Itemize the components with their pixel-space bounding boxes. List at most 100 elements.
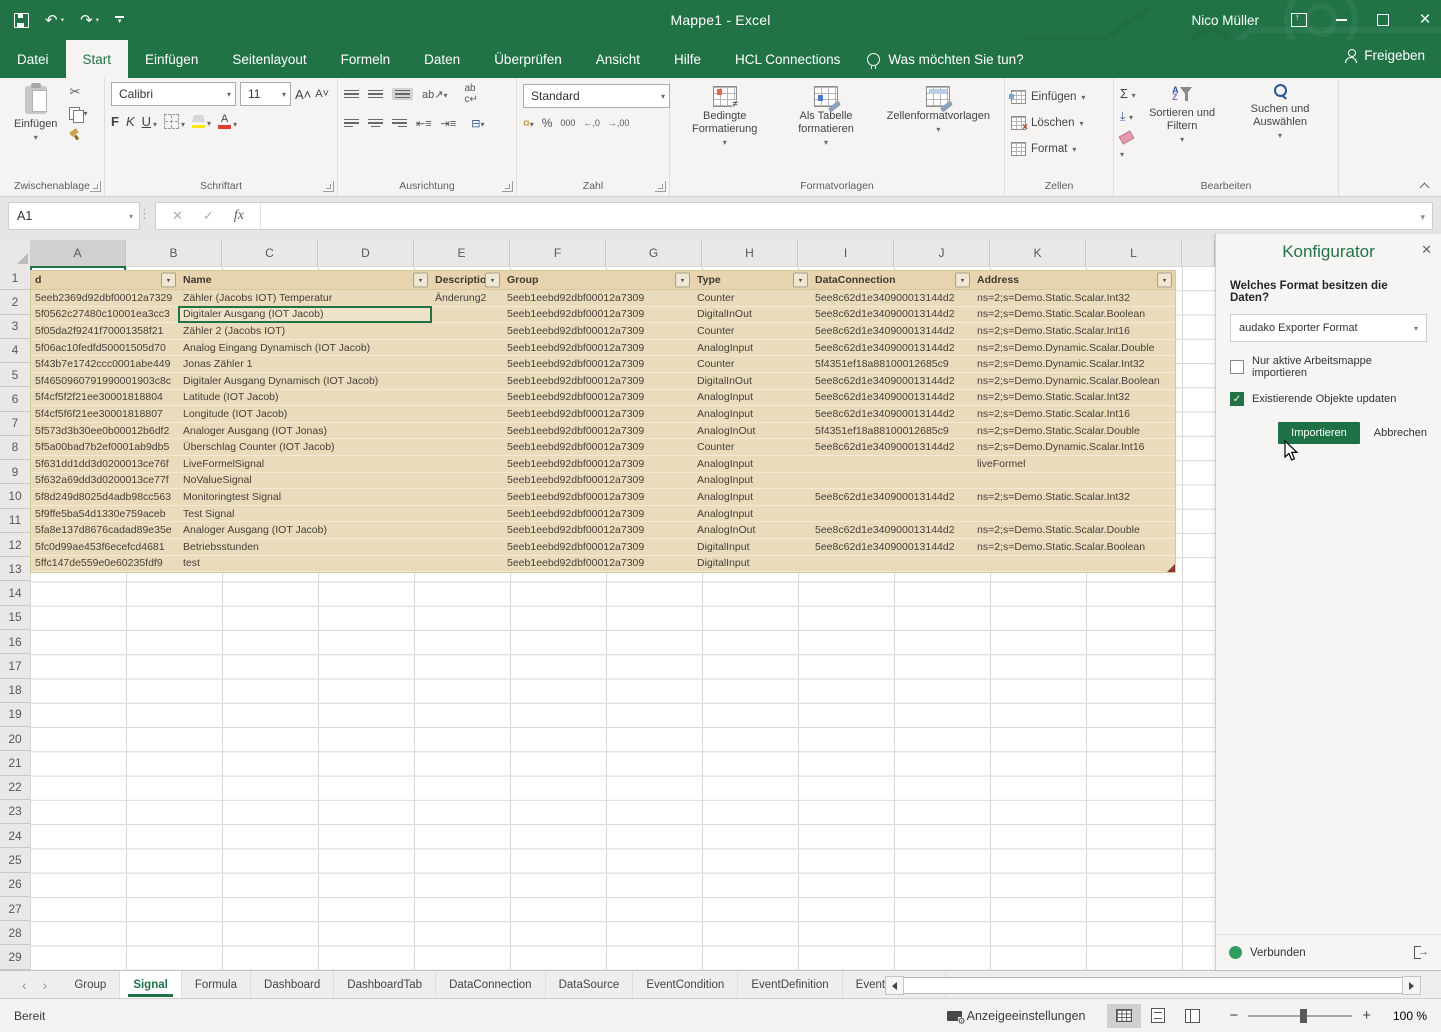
table-cell[interactable]: Überschlag Counter (IOT Jacob) [179, 439, 431, 455]
row-header-17[interactable]: 17 [0, 654, 30, 678]
table-cell[interactable]: ns=2;s=Demo.Static.Scalar.Double [973, 522, 1175, 538]
table-header-cell[interactable]: DataConnection▾ [811, 271, 973, 289]
sort-filter-button[interactable]: AZ Sortieren und Filtern▾ [1136, 82, 1228, 146]
table-cell[interactable]: AnalogInput [693, 506, 811, 522]
table-cell[interactable] [431, 489, 503, 505]
table-cell[interactable] [431, 506, 503, 522]
table-cell[interactable] [431, 323, 503, 339]
dialog-launcher-icon[interactable] [655, 181, 666, 192]
table-cell[interactable]: ns=2;s=Demo.Static.Scalar.Int16 [973, 406, 1175, 422]
table-cell[interactable]: ns=2;s=Demo.Static.Scalar.Int32 [973, 489, 1175, 505]
comma-style-icon[interactable]: 000 [560, 118, 575, 128]
table-row[interactable]: 5f4cf5f6f21ee30001818807Longitude (IOT J… [31, 406, 1175, 423]
align-center-icon[interactable] [368, 119, 383, 128]
table-cell[interactable]: 5ee8c62d1e340900013144d2 [811, 340, 973, 356]
table-header-cell[interactable]: Name▾ [179, 271, 431, 289]
table-row[interactable]: 5f632a69dd3d0200013ce77fNoValueSignal5ee… [31, 473, 1175, 490]
filter-dropdown-icon[interactable]: ▾ [955, 273, 970, 288]
table-row[interactable]: 5fa8e137d8676cadad89e35eAnaloger Ausgang… [31, 522, 1175, 539]
table-cell[interactable]: Analog Eingang Dynamisch (IOT Jacob) [179, 340, 431, 356]
table-cell[interactable]: 5f06ac10fedfd50001505d70 [31, 340, 179, 356]
table-cell[interactable] [431, 456, 503, 472]
display-settings-button[interactable]: Anzeigeeinstellungen [933, 1009, 1100, 1023]
ribbon-tab-start[interactable]: Start [66, 40, 129, 78]
table-cell[interactable]: ns=2;s=Demo.Dynamic.Scalar.Int16 [973, 439, 1175, 455]
table-cell[interactable]: 5fc0d99ae453f6ecefcd4681 [31, 539, 179, 555]
table-cell[interactable] [431, 390, 503, 406]
table-cell[interactable]: 5f632a69dd3d0200013ce77f [31, 473, 179, 489]
row-header-29[interactable]: 29 [0, 945, 30, 969]
row-header-9[interactable]: 9 [0, 460, 30, 484]
minimize-button[interactable] [1333, 12, 1349, 28]
table-cell[interactable]: Jonas Zähler 1 [179, 356, 431, 372]
ribbon-tab-daten[interactable]: Daten [407, 40, 477, 78]
tell-me-search[interactable]: Was möchten Sie tun? [867, 40, 1023, 78]
row-header-27[interactable]: 27 [0, 897, 30, 921]
column-header-J[interactable]: J [894, 240, 990, 266]
align-left-icon[interactable] [344, 119, 359, 128]
table-cell[interactable]: AnalogInOut [693, 522, 811, 538]
table-cell[interactable]: 5eeb1eebd92dbf00012a7309 [503, 456, 693, 472]
table-cell[interactable]: 5f4cf5f2f21ee30001818804 [31, 390, 179, 406]
table-cell[interactable]: 5f0562c27480c10001ea3cc3 [31, 307, 179, 323]
table-header-cell[interactable]: d▾ [31, 271, 179, 289]
namebox-dropdown-icon[interactable]: ▾ [129, 212, 133, 221]
import-button[interactable]: Importieren [1278, 422, 1360, 444]
ribbon-tab-formeln[interactable]: Formeln [324, 40, 408, 78]
normal-view-button[interactable] [1107, 1004, 1141, 1028]
row-header-6[interactable]: 6 [0, 387, 30, 411]
percent-style-icon[interactable]: % [542, 116, 553, 130]
sheet-tab-dashboardtab[interactable]: DashboardTab [334, 971, 436, 999]
table-cell[interactable]: 5f4351ef18a88100012685c9 [811, 423, 973, 439]
row-header-8[interactable]: 8 [0, 436, 30, 460]
ribbon-tab-hcl-connections[interactable]: HCL Connections [718, 40, 857, 78]
table-cell[interactable]: ns=2;s=Demo.Dynamic.Scalar.Int32 [973, 356, 1175, 372]
borders-button[interactable]: ▾ [164, 114, 185, 129]
table-cell[interactable]: NoValueSignal [179, 473, 431, 489]
autosum-button[interactable]: Σ ▾ [1120, 86, 1136, 101]
format-cells-button[interactable]: Format▾ [1011, 140, 1085, 158]
table-cell[interactable]: Latitude (IOT Jacob) [179, 390, 431, 406]
row-header-23[interactable]: 23 [0, 800, 30, 824]
sheet-tab-formula[interactable]: Formula [182, 971, 251, 999]
table-cell[interactable] [973, 473, 1175, 489]
decrease-decimal-icon[interactable]: →,00 [608, 119, 630, 128]
cut-button[interactable]: ✂ [69, 84, 87, 100]
font-size-combo[interactable]: 11▾ [240, 82, 291, 106]
table-cell[interactable]: 5ee8c62d1e340900013144d2 [811, 290, 973, 306]
table-cell[interactable]: 5eeb1eebd92dbf00012a7309 [503, 506, 693, 522]
row-header-21[interactable]: 21 [0, 751, 30, 775]
number-format-combo[interactable]: Standard▾ [523, 84, 670, 108]
table-cell[interactable] [973, 556, 1175, 572]
maximize-button[interactable] [1375, 12, 1391, 28]
table-row[interactable]: 5f631dd1dd3d0200013ce76fLiveFormelSignal… [31, 456, 1175, 473]
filter-dropdown-icon[interactable]: ▾ [161, 273, 176, 288]
font-color-button[interactable]: A▾ [218, 114, 237, 129]
conditional-formatting-button[interactable]: Bedingte Formatierung▾ [676, 82, 773, 153]
table-cell[interactable]: 5f4650960791990001903c8c [31, 373, 179, 389]
table-cell[interactable]: Counter [693, 290, 811, 306]
table-cell[interactable]: 5eeb1eebd92dbf00012a7309 [503, 522, 693, 538]
column-header-G[interactable]: G [606, 240, 702, 266]
copy-button[interactable]: ▾ [69, 105, 87, 121]
table-cell[interactable]: Zähler 2 (Jacobs IOT) [179, 323, 431, 339]
select-all-corner[interactable] [0, 240, 31, 267]
zoom-out-icon[interactable]: − [1229, 1007, 1238, 1024]
sheet-tab-signal[interactable]: Signal [120, 971, 182, 999]
table-cell[interactable]: 5f05da2f9241f70001358f21 [31, 323, 179, 339]
decrease-indent-icon[interactable]: ⇤≡ [416, 117, 432, 130]
table-cell[interactable]: 5eeb1eebd92dbf00012a7309 [503, 489, 693, 505]
zoom-in-icon[interactable]: + [1362, 1007, 1371, 1024]
row-header-20[interactable]: 20 [0, 727, 30, 751]
sheet-tab-dataconnection[interactable]: DataConnection [436, 971, 545, 999]
column-header-I[interactable]: I [798, 240, 894, 266]
filter-dropdown-icon[interactable]: ▾ [485, 273, 500, 288]
table-cell[interactable]: DigitalInput [693, 556, 811, 572]
table-cell[interactable]: 5eeb1eebd92dbf00012a7309 [503, 356, 693, 372]
name-box[interactable]: A1 ▾ [8, 202, 140, 230]
column-header-H[interactable]: H [702, 240, 798, 266]
table-cell[interactable] [431, 522, 503, 538]
table-cell[interactable]: AnalogInput [693, 390, 811, 406]
filter-dropdown-icon[interactable]: ▾ [1157, 273, 1172, 288]
collapse-ribbon-icon[interactable] [1420, 181, 1429, 190]
